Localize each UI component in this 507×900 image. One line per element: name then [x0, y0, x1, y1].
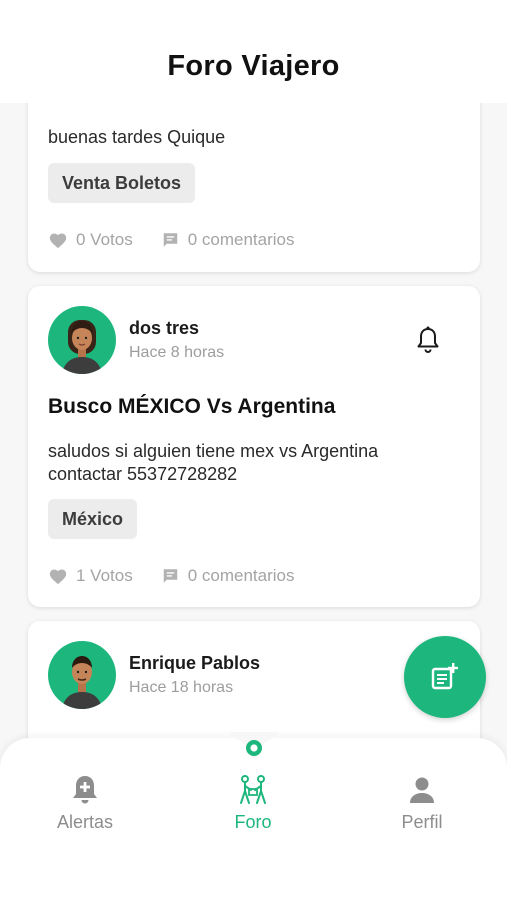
avatar-man-icon [62, 656, 102, 709]
tab-label: Foro [234, 812, 272, 832]
comment-icon [163, 233, 177, 247]
bottom-tab-bar: Alertas Foro Perfil [0, 732, 507, 900]
author-name[interactable]: dos tres [129, 318, 199, 339]
post-body-line: contactar 55372728282 [48, 464, 238, 484]
post-tag[interactable]: Venta Boletos [48, 163, 196, 203]
avatar-woman-icon [62, 320, 102, 374]
author-name[interactable]: Enrique Pablos [129, 653, 260, 674]
comments-stat[interactable]: 0 comentarios [161, 566, 295, 586]
post-time: Hace 8 horas [129, 344, 225, 361]
tab-label: Alertas [56, 812, 114, 832]
avatar[interactable] [48, 641, 116, 709]
subscribe-bell-button[interactable] [416, 326, 440, 359]
tab-perfil[interactable]: Perfil [362, 774, 482, 833]
tab-foro[interactable]: Foro [193, 774, 313, 833]
heart-icon [49, 569, 67, 585]
active-tab-indicator [230, 732, 278, 758]
post-title[interactable]: Busco MÉXICO Vs Argentina [48, 395, 335, 419]
new-post-icon [431, 663, 458, 690]
post-card[interactable]: dos tres Hace 8 horas Busco MÉXICO Vs Ar… [28, 286, 480, 607]
alert-bell-plus-icon [73, 776, 97, 804]
comments-count: 0 comentarios [187, 230, 295, 249]
votes-stat[interactable]: 0 Votos [48, 230, 133, 250]
votes-count: 0 Votos [76, 230, 133, 249]
post-body-line: saludos si alguien tiene mex vs Argentin… [48, 441, 379, 461]
comments-count: 0 comentarios [187, 566, 295, 585]
post-body: buenas tardes Quique [48, 127, 226, 147]
tab-alertas[interactable]: Alertas [25, 774, 145, 833]
forum-people-icon [240, 775, 266, 804]
bell-icon [417, 326, 439, 353]
post-tag[interactable]: México [48, 499, 138, 539]
post-stats: 0 Votos 0 comentarios [48, 228, 323, 252]
person-icon [410, 777, 434, 803]
post-body: saludos si alguien tiene mex vs Argentin… [48, 440, 460, 486]
avatar[interactable] [48, 306, 116, 374]
new-post-button[interactable] [404, 636, 486, 718]
comment-icon [163, 569, 177, 583]
votes-count: 1 Votos [76, 566, 133, 585]
post-time: Hace 18 horas [129, 679, 234, 696]
comments-stat[interactable]: 0 comentarios [161, 230, 295, 250]
tab-label: Perfil [401, 812, 443, 832]
heart-icon [49, 233, 67, 249]
votes-stat[interactable]: 1 Votos [48, 566, 133, 586]
post-stats: 1 Votos 0 comentarios [48, 564, 323, 588]
app-header: Foro Viajero [0, 0, 507, 103]
page-title: Foro Viajero [167, 50, 340, 82]
